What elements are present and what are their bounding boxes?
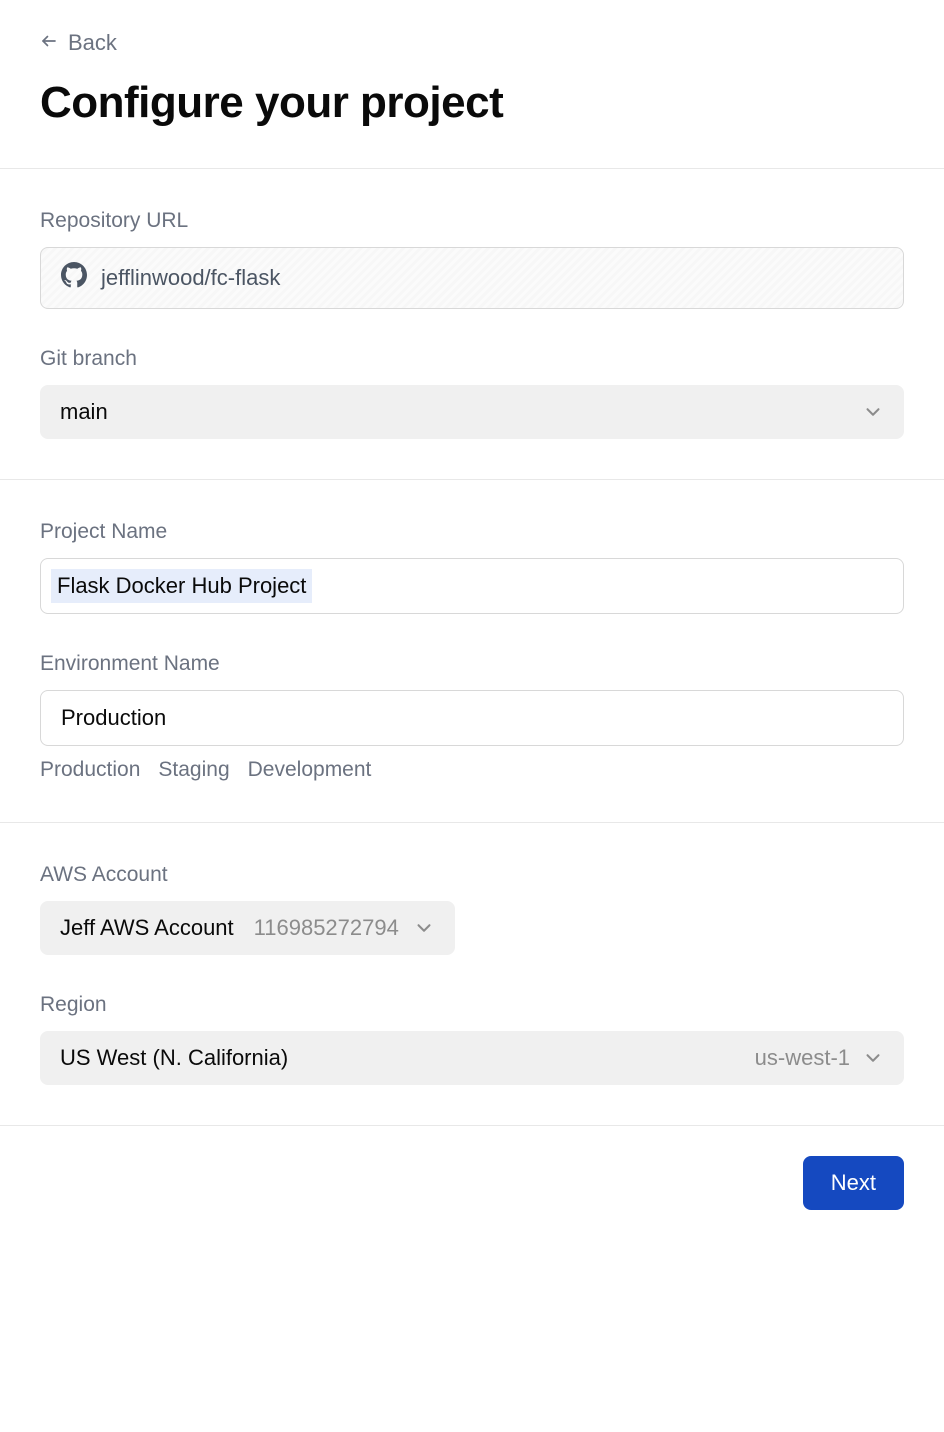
chevron-down-icon: [862, 1047, 884, 1069]
environment-name-label: Environment Name: [40, 652, 904, 676]
chevron-down-icon: [413, 917, 435, 939]
aws-account-id: 116985272794: [254, 915, 399, 941]
field-aws-account: AWS Account Jeff AWS Account 11698527279…: [40, 863, 904, 955]
aws-account-select[interactable]: Jeff AWS Account 116985272794: [40, 901, 455, 955]
git-branch-label: Git branch: [40, 347, 904, 371]
region-code: us-west-1: [755, 1045, 850, 1071]
region-name: US West (N. California): [60, 1045, 288, 1071]
region-label: Region: [40, 993, 904, 1017]
env-suggestion-production[interactable]: Production: [40, 758, 140, 782]
repository-url-label: Repository URL: [40, 209, 904, 233]
git-branch-select[interactable]: main: [40, 385, 904, 439]
project-name-input[interactable]: Flask Docker Hub Project: [40, 558, 904, 614]
field-environment-name: Environment Name Production Staging Deve…: [40, 652, 904, 782]
aws-account-label: AWS Account: [40, 863, 904, 887]
region-select[interactable]: US West (N. California) us-west-1: [40, 1031, 904, 1085]
section-aws: AWS Account Jeff AWS Account 11698527279…: [0, 823, 944, 1126]
field-project-name: Project Name Flask Docker Hub Project: [40, 520, 904, 614]
repository-url-value: jefflinwood/fc-flask: [101, 265, 280, 291]
back-link[interactable]: Back: [40, 30, 117, 56]
aws-account-name: Jeff AWS Account: [60, 915, 234, 941]
github-icon: [61, 262, 87, 294]
back-label: Back: [68, 30, 117, 56]
page-title: Configure your project: [40, 78, 904, 128]
chevron-down-icon: [862, 401, 884, 423]
page-header: Back Configure your project: [0, 0, 944, 169]
environment-name-input[interactable]: [40, 690, 904, 746]
field-region: Region US West (N. California) us-west-1: [40, 993, 904, 1085]
section-project: Project Name Flask Docker Hub Project En…: [0, 480, 944, 823]
git-branch-value: main: [60, 399, 108, 425]
project-name-label: Project Name: [40, 520, 904, 544]
field-repository-url: Repository URL jefflinwood/fc-flask: [40, 209, 904, 309]
footer-actions: Next: [0, 1126, 944, 1250]
project-name-value: Flask Docker Hub Project: [51, 569, 312, 603]
section-repository: Repository URL jefflinwood/fc-flask Git …: [0, 169, 944, 480]
arrow-left-icon: [40, 30, 58, 56]
repository-url-display: jefflinwood/fc-flask: [40, 247, 904, 309]
env-suggestion-staging[interactable]: Staging: [158, 758, 229, 782]
field-git-branch: Git branch main: [40, 347, 904, 439]
next-button[interactable]: Next: [803, 1156, 904, 1210]
env-suggestion-development[interactable]: Development: [248, 758, 372, 782]
environment-suggestions: Production Staging Development: [40, 758, 904, 782]
